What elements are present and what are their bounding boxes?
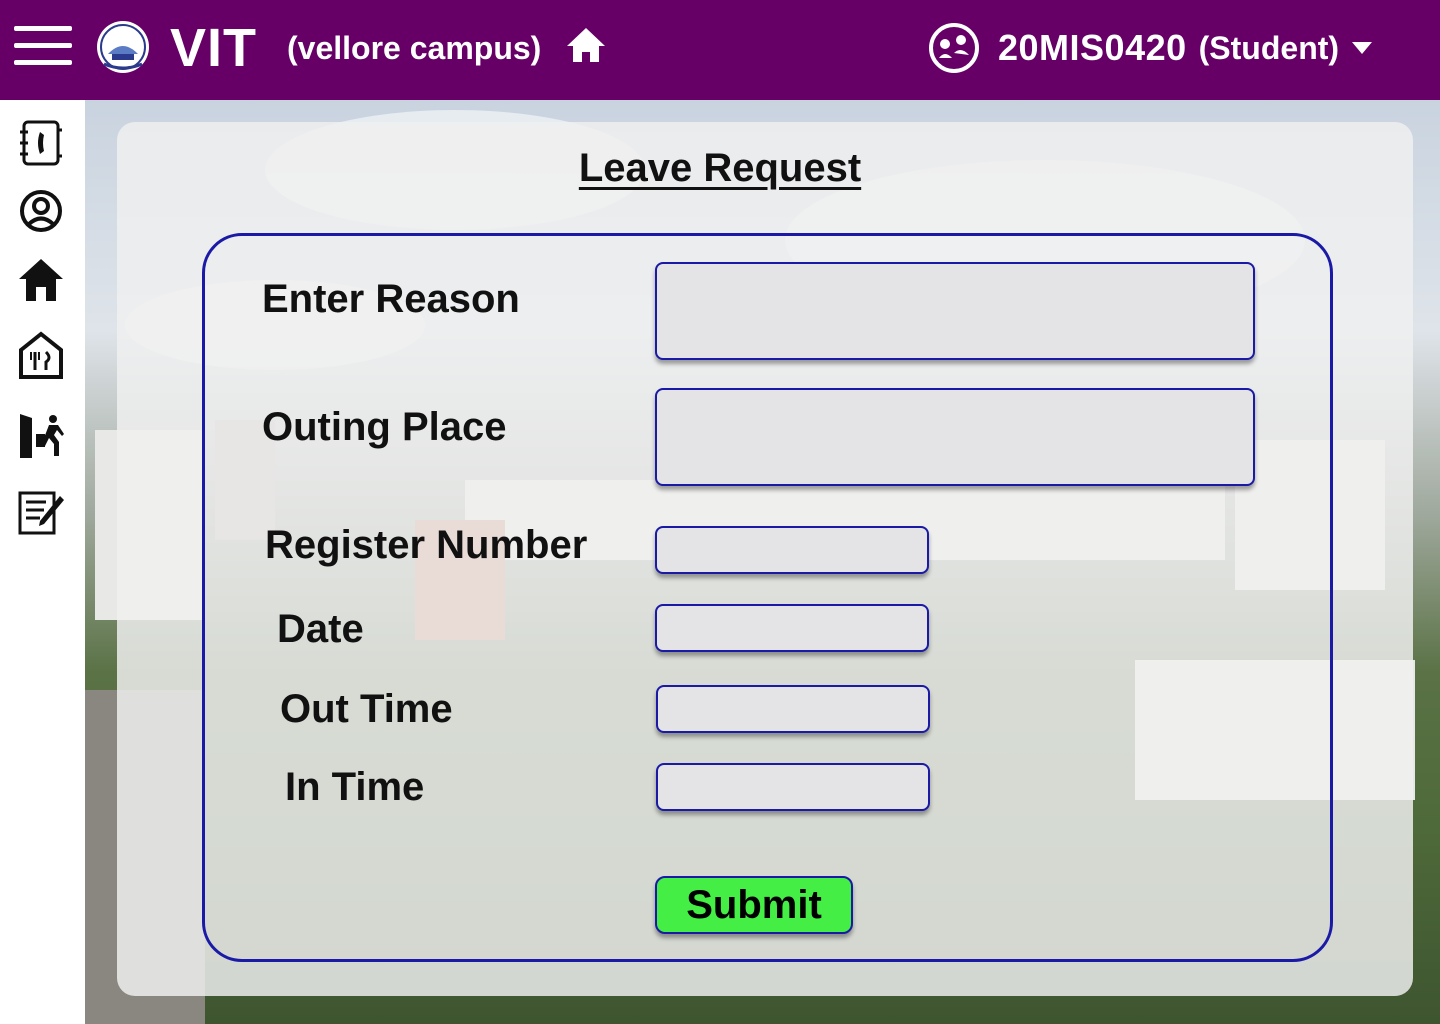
- user-role: (Student): [1198, 29, 1340, 66]
- in-time-input[interactable]: [656, 763, 930, 811]
- outing-icon[interactable]: [16, 410, 66, 460]
- register-number-input[interactable]: [655, 526, 929, 574]
- user-avatar-icon: [929, 23, 979, 73]
- outing-place-label: Outing Place: [262, 405, 507, 449]
- sidebar: [0, 100, 85, 1024]
- home-icon[interactable]: [565, 26, 607, 64]
- register-number-label: Register Number: [265, 523, 588, 567]
- date-input[interactable]: [655, 604, 929, 652]
- out-time-label: Out Time: [280, 687, 453, 731]
- reason-label: Enter Reason: [262, 277, 520, 321]
- reason-input[interactable]: [655, 262, 1255, 360]
- profile-icon[interactable]: [16, 186, 66, 236]
- chevron-down-icon: [1352, 42, 1373, 54]
- campus-name: (vellore campus): [287, 30, 542, 66]
- date-label: Date: [277, 607, 364, 651]
- page-title: Leave Request: [578, 146, 862, 190]
- submit-button[interactable]: Submit: [655, 876, 853, 934]
- vit-logo: [97, 21, 149, 73]
- home-icon[interactable]: [16, 255, 66, 305]
- mess-icon[interactable]: [16, 330, 66, 380]
- out-time-input[interactable]: [656, 685, 930, 733]
- user-id: 20MIS0420: [998, 27, 1187, 68]
- in-time-label: In Time: [285, 765, 425, 809]
- brand-title: VIT: [170, 18, 258, 78]
- outing-place-input[interactable]: [655, 388, 1255, 486]
- notes-icon[interactable]: [16, 488, 66, 538]
- top-bar: VIT (vellore campus) 20MIS0420 (Student): [0, 0, 1440, 100]
- hamburger-menu-icon[interactable]: [14, 26, 72, 66]
- user-menu[interactable]: 20MIS0420 (Student): [928, 20, 1373, 76]
